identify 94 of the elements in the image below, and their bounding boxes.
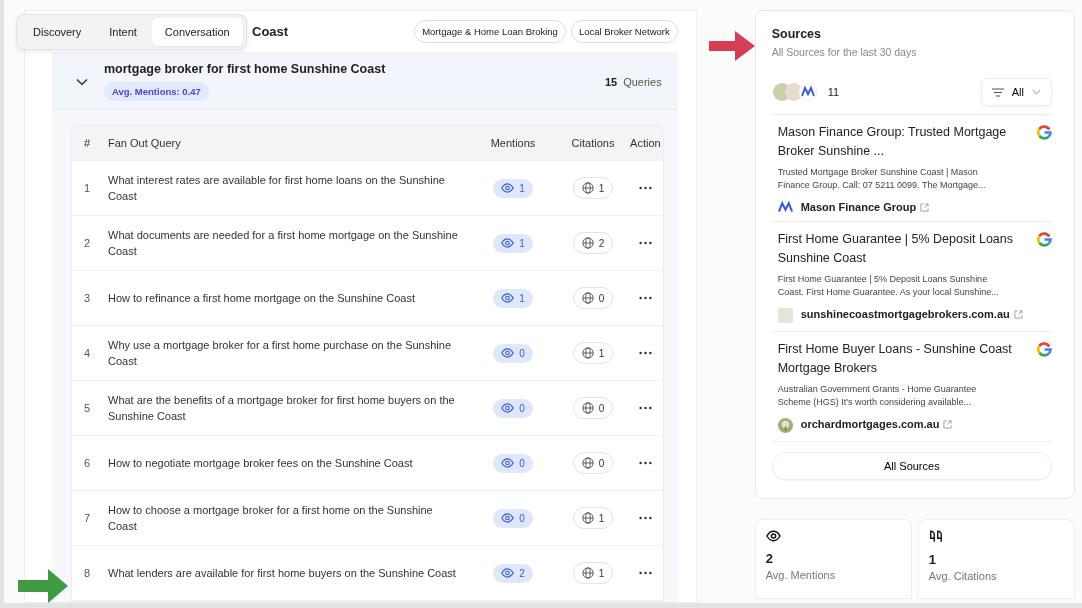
eye-icon: [501, 348, 515, 358]
filter-dropdown[interactable]: All: [980, 78, 1052, 106]
google-icon: [1037, 342, 1052, 357]
google-icon: [1037, 125, 1052, 140]
query-count-label: Queries: [623, 75, 662, 88]
caret-icon: [1032, 89, 1041, 95]
more-icon[interactable]: [638, 461, 652, 465]
arrow-icon: [709, 31, 755, 61]
mentions-pill: 1: [493, 233, 533, 253]
site-logo-icon: [777, 308, 793, 323]
globe-icon: [581, 237, 594, 249]
more-icon[interactable]: [638, 351, 652, 355]
source-title[interactable]: First Home Guarantee | 5% Deposit Loans Sunshine Coast: [777, 230, 1028, 268]
row-number: 3: [83, 292, 92, 304]
mentions-pill: 1: [493, 178, 533, 198]
eye-icon: [501, 568, 515, 578]
site-logo-icon: [777, 201, 793, 213]
source-site-link[interactable]: Mason Finance Group: [800, 201, 917, 213]
source-snippet: Australian Government Grants - Home Guarantee Scheme (HGS) It's worth considering available...: [777, 383, 978, 409]
all-sources-button[interactable]: All Sources: [771, 452, 1052, 480]
eye-icon: [501, 403, 515, 413]
query-text: What documents are needed for a first home mortgage on the Sunshine Coast: [108, 228, 459, 259]
query-text: Why use a mortgage broker for a first home purchase on the Sunshine Coast: [108, 338, 452, 369]
query-text: How to refinance a first home mortgage on the Sunshine Coast: [108, 291, 416, 306]
tab[interactable]: Intent: [96, 18, 150, 46]
source-title[interactable]: First Home Buyer Loans - Sunshine Coast Mortgage Brokers: [777, 340, 1028, 378]
tab[interactable]: Discovery: [20, 18, 95, 46]
eye-icon: [501, 238, 515, 248]
source-count: 11: [827, 86, 840, 98]
globe-icon: [581, 567, 594, 579]
site-logo-icon: [777, 418, 793, 433]
more-icon[interactable]: [638, 296, 652, 300]
eye-icon: [501, 458, 515, 468]
eye-icon: [501, 513, 515, 523]
row-number: 8: [83, 567, 92, 579]
tag-chip[interactable]: Local Broker Network: [570, 20, 678, 43]
globe-icon: [581, 457, 594, 469]
query-text: How to choose a mortgage broker for a first home on the Sunshine Coast: [108, 503, 434, 534]
mentions-pill: 0: [493, 453, 533, 473]
row-number: 6: [83, 457, 92, 469]
column-header: Action: [629, 136, 662, 149]
eye-icon: [501, 293, 515, 303]
query-text: What lenders are available for first home buyers on the Sunshine Coast: [108, 566, 457, 581]
chevron-icon[interactable]: [76, 77, 88, 86]
row-number: 7: [83, 512, 92, 524]
more-icon[interactable]: [638, 186, 652, 190]
query-text: What are the benefits of a mortgage broker for first home buyers on the Sunshine Coast: [108, 393, 456, 424]
google-icon: [1037, 232, 1052, 247]
stat-value: 1: [928, 552, 937, 567]
globe-icon: [581, 292, 594, 304]
query-text: What interest rates are available for first home loans on the Sunshine Coast: [108, 173, 446, 204]
column-header: Citations: [570, 136, 616, 149]
page-title: Coast: [252, 24, 289, 39]
column-header: #: [83, 136, 92, 149]
sources-subtitle: All Sources for the last 30 days: [771, 46, 918, 58]
source-snippet: Trusted Mortgage Broker Sunshine Coast | Mason Finance Group. Call: 07 5211 0099. The Mortgage...: [777, 166, 987, 192]
eye-icon: [501, 183, 515, 193]
avg-mentions-badge: Avg. Mentions: 0.47: [104, 82, 209, 101]
globe-icon: [581, 402, 594, 414]
more-icon[interactable]: [638, 516, 652, 520]
stat-label: Avg. Mentions: [765, 569, 836, 581]
more-icon[interactable]: [638, 241, 652, 245]
source-title[interactable]: Mason Finance Group: Trusted Mortgage Broker Sunshine ...: [777, 123, 1028, 161]
mentions-pill: 1: [493, 288, 533, 308]
query-text: How to negotiate mortgage broker fees on the Sunshine Coast: [108, 456, 414, 471]
mentions-pill: 0: [493, 398, 533, 418]
mentions-pill: 2: [493, 563, 533, 583]
row-number: 1: [83, 182, 92, 194]
group-title: mortgage broker for first home Sunshine Coast: [104, 62, 386, 76]
column-header: Mentions: [489, 136, 537, 149]
filter-icon: [991, 87, 1004, 97]
globe-icon: [581, 347, 594, 359]
query-count: 15: [604, 75, 618, 88]
tag-chip[interactable]: Mortgage & Home Loan Broking: [414, 20, 566, 43]
stat-label: Avg. Citations: [928, 570, 997, 582]
globe-icon: [581, 182, 594, 194]
row-number: 2: [83, 237, 92, 249]
mentions-pill: 0: [493, 508, 533, 528]
more-icon[interactable]: [638, 406, 652, 410]
globe-icon: [581, 512, 594, 524]
mentions-pill: 0: [493, 343, 533, 363]
column-header: Fan Out Query: [108, 135, 182, 151]
source-site-link[interactable]: orchardmortgages.com.au: [800, 418, 940, 430]
stat-value: 2: [765, 551, 773, 566]
arrow-icon: [18, 569, 68, 603]
source-snippet: First Home Guarantee | 5% Deposit Loans Sunshine Coast. First Home Guarantee. As your local Sunshine...: [777, 273, 1000, 299]
sources-title: Sources: [771, 27, 823, 41]
source-site-link[interactable]: sunshinecoastmortgagebrokers.com.au: [800, 308, 1010, 320]
tab[interactable]: Conversation: [151, 18, 243, 46]
more-icon[interactable]: [638, 571, 652, 575]
row-number: 4: [83, 347, 92, 359]
eye-icon: [765, 530, 781, 542]
row-number: 5: [83, 402, 92, 414]
quote-icon: [928, 530, 943, 543]
